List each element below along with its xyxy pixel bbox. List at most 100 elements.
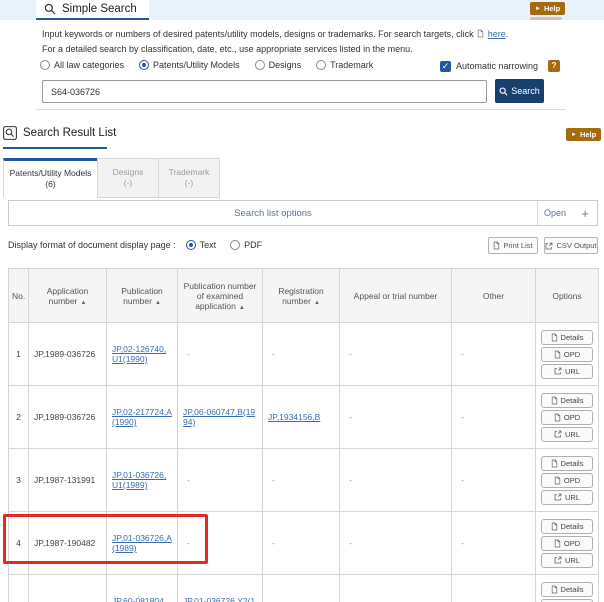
automatic-narrowing-checkbox[interactable]: ✓ — [440, 61, 451, 72]
cell: - — [178, 323, 263, 386]
tab-patents-utility-models[interactable]: Patents/Utility Models(6) — [3, 158, 98, 198]
tab-trademark[interactable]: Trademark(-) — [158, 158, 220, 198]
display-format-radio-pdf[interactable]: PDF — [230, 240, 262, 250]
details-button[interactable]: Details — [541, 519, 593, 534]
table-row: 2JP,1989-036726JP,02-217724,A(1990)JP,06… — [9, 386, 599, 449]
tab-count: (6) — [45, 179, 55, 190]
document-link[interactable]: JP,06-060747,B(1994) — [183, 407, 255, 427]
cell-no: 1 — [9, 323, 29, 386]
here-link[interactable]: here — [488, 29, 506, 39]
radio-icon — [230, 240, 240, 250]
law-category-radio-designs[interactable]: Designs — [255, 60, 302, 70]
tab-designs[interactable]: Designs(-) — [97, 158, 159, 198]
option-button-label: Details — [561, 333, 584, 342]
search-icon — [44, 3, 56, 15]
cell-options: Details OPD URL — [536, 323, 599, 386]
search-input[interactable] — [42, 80, 487, 103]
cell: - — [452, 386, 536, 449]
law-category-radio-patents-utility-models[interactable]: Patents/Utility Models — [139, 60, 240, 70]
opd-button[interactable]: OPD — [541, 473, 593, 488]
url-button[interactable]: URL — [541, 427, 593, 442]
details-button[interactable]: Details — [541, 456, 593, 471]
law-category-radio-all-law-categories[interactable]: All law categories — [40, 60, 124, 70]
column-header-options: Options — [536, 269, 599, 323]
column-header-registration-number[interactable]: Registration number▲ — [263, 269, 340, 323]
radio-icon — [40, 60, 50, 70]
sort-ascending-icon[interactable]: ▲ — [155, 300, 161, 306]
document-link[interactable]: JP,02-217724,A(1990) — [112, 407, 172, 427]
document-icon — [551, 333, 558, 342]
option-button-label: Details — [561, 585, 584, 594]
document-icon — [551, 585, 558, 594]
details-button[interactable]: Details — [541, 582, 593, 597]
url-button[interactable]: URL — [541, 553, 593, 568]
details-button[interactable]: Details — [541, 393, 593, 408]
document-link[interactable]: JP,02-126740,U1(1990) — [112, 344, 166, 364]
print-list-button[interactable]: Print List — [488, 237, 538, 254]
column-header-other: Other — [452, 269, 536, 323]
question-help-button[interactable]: ? — [548, 60, 560, 72]
tab-label: Designs — [113, 167, 144, 178]
cell: - — [452, 449, 536, 512]
option-button-label: URL — [565, 493, 580, 502]
simple-search-header: Simple Search — [36, 0, 149, 20]
column-header-application-number[interactable]: Application number▲ — [29, 269, 107, 323]
document-icon — [477, 29, 484, 40]
opd-button[interactable]: OPD — [541, 347, 593, 362]
column-header-publication-number[interactable]: Publication number▲ — [107, 269, 178, 323]
details-button[interactable]: Details — [541, 330, 593, 345]
document-icon — [554, 413, 561, 422]
sort-ascending-icon[interactable]: ▲ — [314, 300, 320, 306]
option-button-label: OPD — [564, 539, 580, 548]
cell: - — [452, 575, 536, 602]
law-category-options: All law categories Patents/Utility Models… — [40, 60, 373, 70]
law-category-radio-trademark[interactable]: Trademark — [316, 60, 373, 70]
search-list-options-bar[interactable]: Search list options Open + — [8, 200, 598, 226]
result-list-header: Search Result List — [3, 126, 116, 140]
cell: JP,1987-131991 — [29, 449, 107, 512]
search-icon — [499, 87, 508, 96]
column-header-label: Other — [483, 291, 504, 301]
radio-icon — [186, 240, 196, 250]
document-link[interactable]: JP,01-036726,A(1989) — [112, 533, 172, 553]
cell: - — [178, 449, 263, 512]
option-button-label: URL — [565, 430, 580, 439]
display-format-radio-text[interactable]: Text — [186, 240, 217, 250]
csv-output-button[interactable]: CSV Output — [544, 237, 598, 254]
document-link[interactable]: JP,01-036726,U1(1989) — [112, 470, 166, 490]
cell: JP,1839560,Y — [263, 575, 340, 602]
radio-icon — [255, 60, 265, 70]
document-link[interactable]: JP,01-036726,Y2(1989) — [183, 596, 255, 602]
search-button[interactable]: Search — [495, 79, 544, 103]
document-link[interactable]: JP,1934156,B — [268, 412, 320, 422]
options-bar-open-section[interactable]: Open + — [537, 201, 597, 225]
display-format-radio-label: Text — [200, 240, 217, 250]
document-icon — [551, 396, 558, 405]
result-list-title: Search Result List — [23, 127, 116, 139]
opd-button[interactable]: OPD — [541, 599, 593, 602]
help-button-result-list[interactable]: ► Help — [566, 128, 601, 141]
document-link[interactable]: JP,60-081804,U1(1985) — [112, 596, 166, 602]
table-row: 1JP,1989-036726JP,02-126740,U1(1990)----… — [9, 323, 599, 386]
cell: - — [340, 449, 452, 512]
law-category-radio-label: All law categories — [54, 60, 124, 70]
url-button[interactable]: URL — [541, 490, 593, 505]
help-button-simple-search[interactable]: ► Help — [530, 2, 565, 15]
sort-ascending-icon[interactable]: ▲ — [239, 305, 245, 311]
url-button[interactable]: URL — [541, 364, 593, 379]
sort-ascending-icon[interactable]: ▲ — [80, 300, 86, 306]
cell: JP,02-217724,A(1990) — [107, 386, 178, 449]
search-list-options-label: Search list options — [9, 208, 537, 219]
document-icon — [554, 539, 561, 548]
cell: - — [340, 323, 452, 386]
opd-button[interactable]: OPD — [541, 410, 593, 425]
document-icon — [551, 459, 558, 468]
cell: - — [340, 386, 452, 449]
cell: JP,1934156,B — [263, 386, 340, 449]
cell-options: Details OPD URL — [536, 386, 599, 449]
law-category-radio-label: Patents/Utility Models — [153, 60, 240, 70]
opd-button[interactable]: OPD — [541, 536, 593, 551]
cell: - — [263, 449, 340, 512]
results-table-container: No.Application number▲Publication number… — [8, 268, 598, 602]
column-header-publication-number-of-examined-application[interactable]: Publication number of examined applicati… — [178, 269, 263, 323]
